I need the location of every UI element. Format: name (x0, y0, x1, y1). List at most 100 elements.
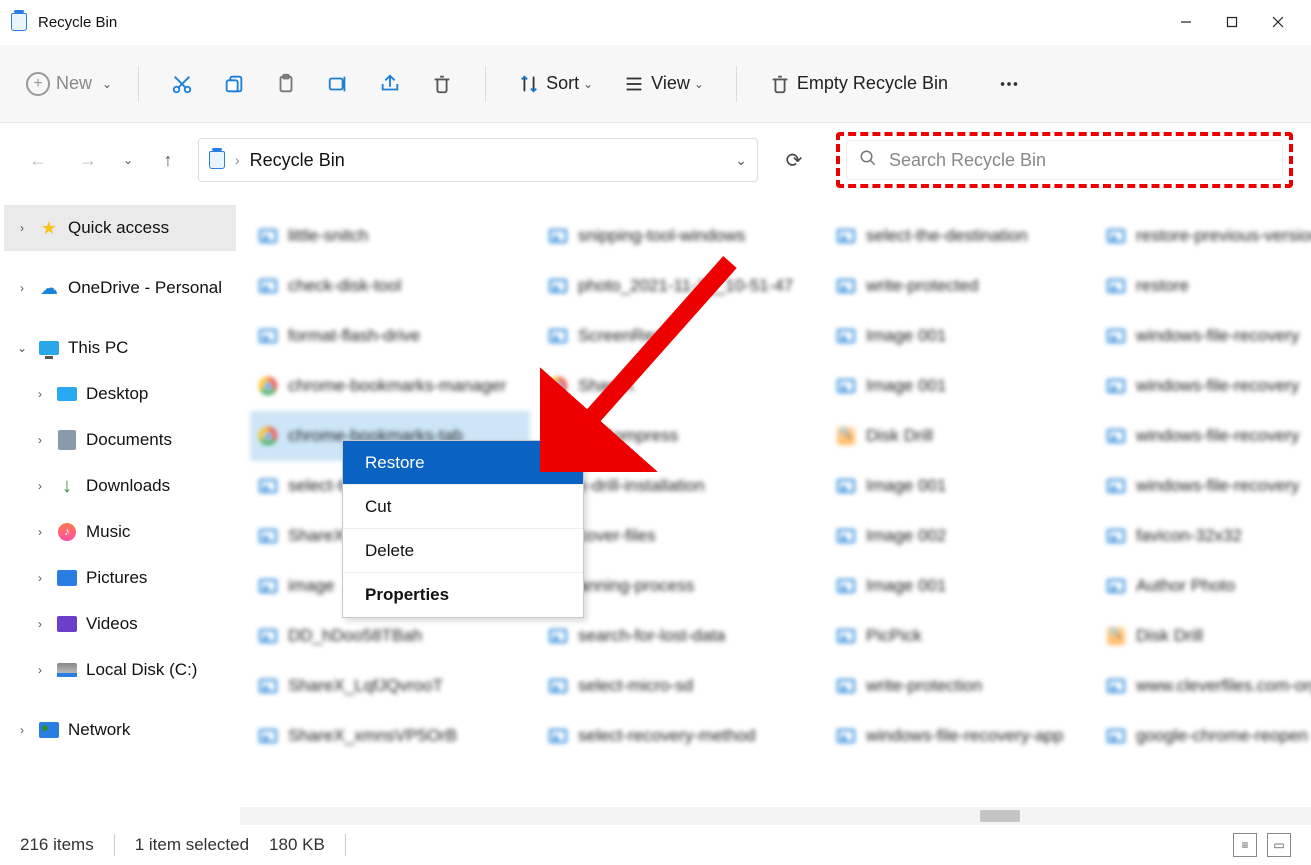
file-item[interactable]: windows-file-recovery (1098, 361, 1311, 411)
up-button[interactable]: ↑ (148, 140, 188, 180)
file-item[interactable]: restore-previous-version (1098, 211, 1311, 261)
cut-button[interactable] (159, 62, 205, 106)
tree-pictures[interactable]: ›Pictures (4, 555, 236, 601)
tree-documents[interactable]: ›Documents (4, 417, 236, 463)
breadcrumb-location[interactable]: Recycle Bin (250, 150, 345, 171)
share-button[interactable] (367, 62, 413, 106)
sort-button[interactable]: Sort ⌄ (506, 62, 605, 106)
tree-music[interactable]: ›♪Music (4, 509, 236, 555)
file-item[interactable]: Image 001 (828, 361, 1108, 411)
file-item[interactable]: windows-file-recovery-app (828, 711, 1108, 761)
tree-network[interactable]: › Network (4, 707, 236, 753)
history-dropdown[interactable]: ⌄ (118, 153, 138, 167)
file-item[interactable]: check-disk-tool (250, 261, 530, 311)
file-name: windows-file-recovery (1136, 426, 1299, 446)
chevron-right-icon[interactable]: › (14, 281, 30, 295)
file-item[interactable]: favicon-32x32 (1098, 511, 1311, 561)
sort-label: Sort (546, 73, 579, 94)
file-icon (548, 326, 568, 346)
paste-button[interactable] (263, 62, 309, 106)
file-item[interactable]: Image 001 (828, 561, 1108, 611)
file-item[interactable]: Image 001 (828, 311, 1108, 361)
new-button[interactable]: + New ⌄ (20, 72, 118, 96)
tree-label: Documents (86, 430, 172, 450)
address-bar[interactable]: › Recycle Bin ⌄ (198, 138, 758, 182)
file-item[interactable]: DD_hDoo58TBah (250, 611, 530, 661)
refresh-button[interactable]: ⟳ (774, 140, 814, 180)
file-column: select-the-destinationwrite-protected Ima… (828, 211, 1108, 761)
file-item[interactable]: Author Photo (1098, 561, 1311, 611)
file-item[interactable]: chrome-bookmarks-manager (250, 361, 530, 411)
file-item[interactable]: write-protection (828, 661, 1108, 711)
file-item[interactable]: windows-file-recovery (1098, 461, 1311, 511)
thumbnails-view-button[interactable]: ▭ (1267, 833, 1291, 857)
tree-label: Quick access (68, 218, 169, 238)
chevron-down-icon[interactable]: ⌄ (735, 152, 747, 169)
file-item[interactable]: select-micro-sd (540, 661, 820, 711)
tree-label: OneDrive - Personal (68, 278, 222, 298)
context-properties[interactable]: Properties (343, 573, 583, 617)
tree-label: Network (68, 720, 130, 740)
minimize-button[interactable] (1163, 2, 1209, 42)
file-item[interactable]: little-snitch (250, 211, 530, 261)
file-item[interactable]: PicPick (828, 611, 1108, 661)
view-button[interactable]: View ⌄ (611, 62, 716, 106)
delete-button[interactable] (419, 62, 465, 106)
file-name: Image 001 (866, 326, 946, 346)
chevron-right-icon[interactable]: › (14, 723, 30, 737)
search-input[interactable]: Search Recycle Bin (846, 140, 1283, 180)
file-item[interactable]: Image 001 (828, 461, 1108, 511)
file-item[interactable]: windows-file-recovery (1098, 411, 1311, 461)
tree-local-disk[interactable]: ›Local Disk (C:) (4, 647, 236, 693)
scrollbar-thumb[interactable] (980, 810, 1020, 822)
file-item[interactable]: google-chrome-reopen (1098, 711, 1311, 761)
file-name: select-recovery-method (578, 726, 756, 746)
maximize-button[interactable] (1209, 2, 1255, 42)
file-item[interactable]: search-for-lost-data (540, 611, 820, 661)
tree-label: Pictures (86, 568, 147, 588)
file-item[interactable]: ShareX_xmnsVP5OrB (250, 711, 530, 761)
chevron-right-icon[interactable]: › (14, 221, 30, 235)
file-item[interactable]: photo_2021-11-1__10-51-47 (540, 261, 820, 311)
close-button[interactable] (1255, 2, 1301, 42)
file-item[interactable]: ShareX (540, 361, 820, 411)
context-delete[interactable]: Delete (343, 529, 583, 573)
copy-button[interactable] (211, 62, 257, 106)
tree-downloads[interactable]: ›↓Downloads (4, 463, 236, 509)
context-cut[interactable]: Cut (343, 485, 583, 529)
file-icon (836, 726, 856, 746)
tree-desktop[interactable]: ›Desktop (4, 371, 236, 417)
status-bar: 216 items 1 item selected 180 KB ≡ ▭ (0, 825, 1311, 865)
back-button[interactable]: ← (18, 140, 58, 180)
file-item[interactable]: select-recovery-method (540, 711, 820, 761)
file-icon (836, 426, 856, 446)
file-item[interactable]: format-flash-drive (250, 311, 530, 361)
tree-videos[interactable]: ›Videos (4, 601, 236, 647)
pictures-icon (56, 567, 78, 589)
file-item[interactable]: ShareX_LqfJQvrooT (250, 661, 530, 711)
details-view-button[interactable]: ≡ (1233, 833, 1257, 857)
chevron-down-icon: ⌄ (102, 77, 112, 91)
horizontal-scrollbar[interactable] (240, 807, 1311, 825)
rename-button[interactable] (315, 62, 361, 106)
tree-this-pc[interactable]: ⌄ This PC (4, 325, 236, 371)
file-item[interactable]: www.cleverfiles.com-org (1098, 661, 1311, 711)
tree-onedrive[interactable]: › ☁ OneDrive - Personal (4, 265, 236, 311)
empty-recycle-bin-button[interactable]: Empty Recycle Bin (757, 62, 960, 106)
tree-quick-access[interactable]: › ★ Quick access (4, 205, 236, 251)
file-item[interactable]: ScreenRec (540, 311, 820, 361)
file-name: image (288, 576, 334, 596)
file-item[interactable]: write-protected (828, 261, 1108, 311)
chevron-down-icon[interactable]: ⌄ (14, 341, 30, 355)
file-item[interactable]: Disk Drill (828, 411, 1108, 461)
file-item[interactable]: windows-file-recovery (1098, 311, 1311, 361)
file-item[interactable]: Disk Drill (1098, 611, 1311, 661)
more-button[interactable] (986, 62, 1032, 106)
file-item[interactable]: snipping-tool-windows (540, 211, 820, 261)
file-name: PicPick (866, 626, 922, 646)
context-restore[interactable]: Restore (343, 441, 583, 485)
forward-button[interactable]: → (68, 140, 108, 180)
file-item[interactable]: restore (1098, 261, 1311, 311)
file-item[interactable]: Image 002 (828, 511, 1108, 561)
file-item[interactable]: select-the-destination (828, 211, 1108, 261)
